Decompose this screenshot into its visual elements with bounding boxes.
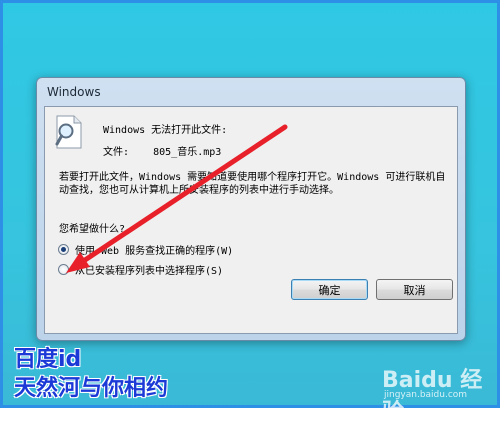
radio-web-service[interactable] [58,243,69,255]
dialog-title: Windows [47,85,101,99]
radio-installed-programs[interactable] [58,263,69,275]
overlay-line2: 天然河与你相约 [14,376,169,401]
option-web-service-label[interactable]: 使用 Web 服务查找正确的程序(W) [75,242,233,257]
ok-button[interactable]: 确定 [291,279,368,300]
cancel-button[interactable]: 取消 [376,279,453,300]
option-installed-programs[interactable]: 从已安装程序列表中选择程序(S) [58,262,223,277]
dialog-titlebar[interactable]: Windows [37,78,465,106]
option-web-service[interactable]: 使用 Web 服务查找正确的程序(W) [58,242,233,257]
dialog-description: 若要打开此文件，Windows 需要知道要使用哪个程序打开它。Windows 可… [59,172,446,196]
watermark-url: jingyan.baidu.com [384,390,468,400]
option-installed-programs-label[interactable]: 从已安装程序列表中选择程序(S) [75,262,223,277]
overlay-line1: 百度id [14,347,82,372]
file-label: 文件: [103,147,130,158]
dialog-question: 您希望做什么? [59,224,126,235]
file-name: 805_音乐.mp3 [153,147,222,158]
file-open-dialog: Windows Windows 无法打开此文件: 文件: 805_音乐.mp3 … [36,77,466,341]
file-info: 文件: 805_音乐.mp3 [103,143,221,158]
dialog-body: Windows 无法打开此文件: 文件: 805_音乐.mp3 若要打开此文件，… [44,106,458,334]
cannot-open-message: Windows 无法打开此文件: [103,125,228,136]
unknown-file-icon [55,115,82,149]
baidu-watermark: Baidu 经验 jingyan.baidu.com [372,356,492,425]
